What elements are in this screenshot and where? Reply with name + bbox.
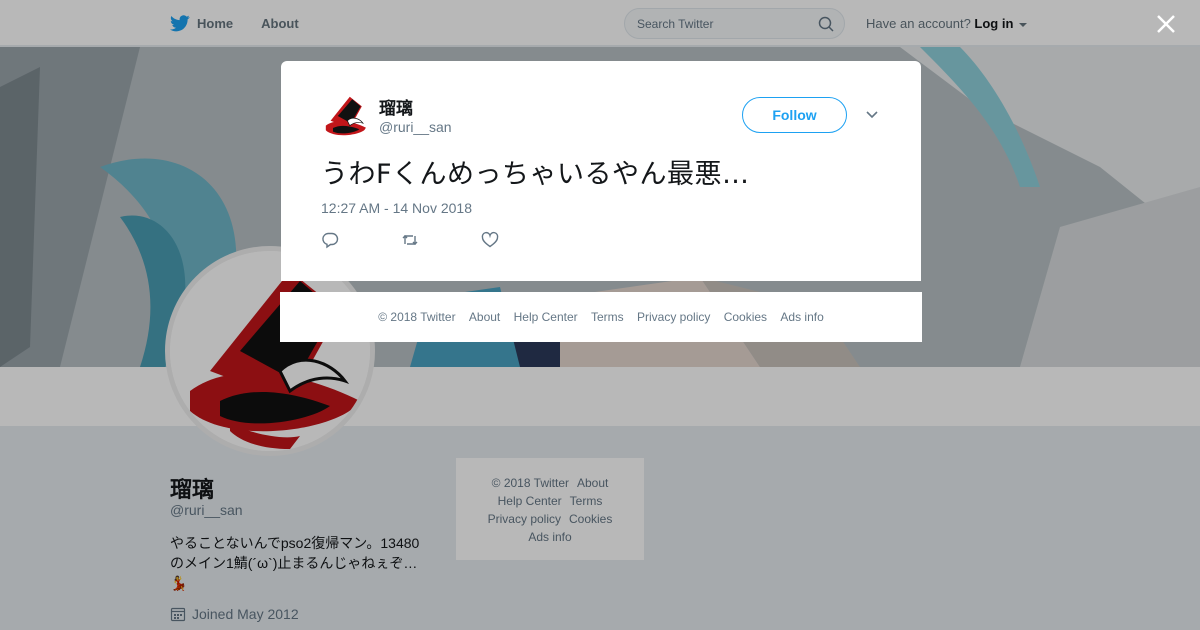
footer-about[interactable]: About <box>469 310 500 324</box>
tweet-author-handle[interactable]: @ruri__san <box>379 119 452 135</box>
close-icon[interactable] <box>1155 13 1177 35</box>
tweet-modal: 瑠璃 @ruri__san Follow うわFくんめっちゃいるやん最悪… 12… <box>281 61 921 281</box>
like-heart-icon[interactable] <box>481 231 499 249</box>
footer-copyright: © 2018 Twitter <box>378 310 456 324</box>
tweet-actions <box>321 231 561 249</box>
modal-footer: © 2018 Twitter About Help Center Terms P… <box>280 292 922 342</box>
footer-privacy[interactable]: Privacy policy <box>637 310 710 324</box>
footer-ads-info[interactable]: Ads info <box>780 310 823 324</box>
reply-icon[interactable] <box>321 231 339 249</box>
phantom-hat-avatar-icon <box>321 92 369 140</box>
chevron-down-icon[interactable] <box>865 109 879 119</box>
footer-terms[interactable]: Terms <box>591 310 624 324</box>
footer-help-center[interactable]: Help Center <box>514 310 578 324</box>
tweet-timestamp[interactable]: 12:27 AM - 14 Nov 2018 <box>321 200 472 216</box>
follow-button[interactable]: Follow <box>742 97 847 133</box>
footer-cookies[interactable]: Cookies <box>724 310 767 324</box>
retweet-icon[interactable] <box>401 231 419 249</box>
tweet-text: うわFくんめっちゃいるやん最悪… <box>321 159 750 190</box>
tweet-author-name[interactable]: 瑠璃 <box>379 94 413 119</box>
tweet-avatar[interactable] <box>321 92 369 140</box>
